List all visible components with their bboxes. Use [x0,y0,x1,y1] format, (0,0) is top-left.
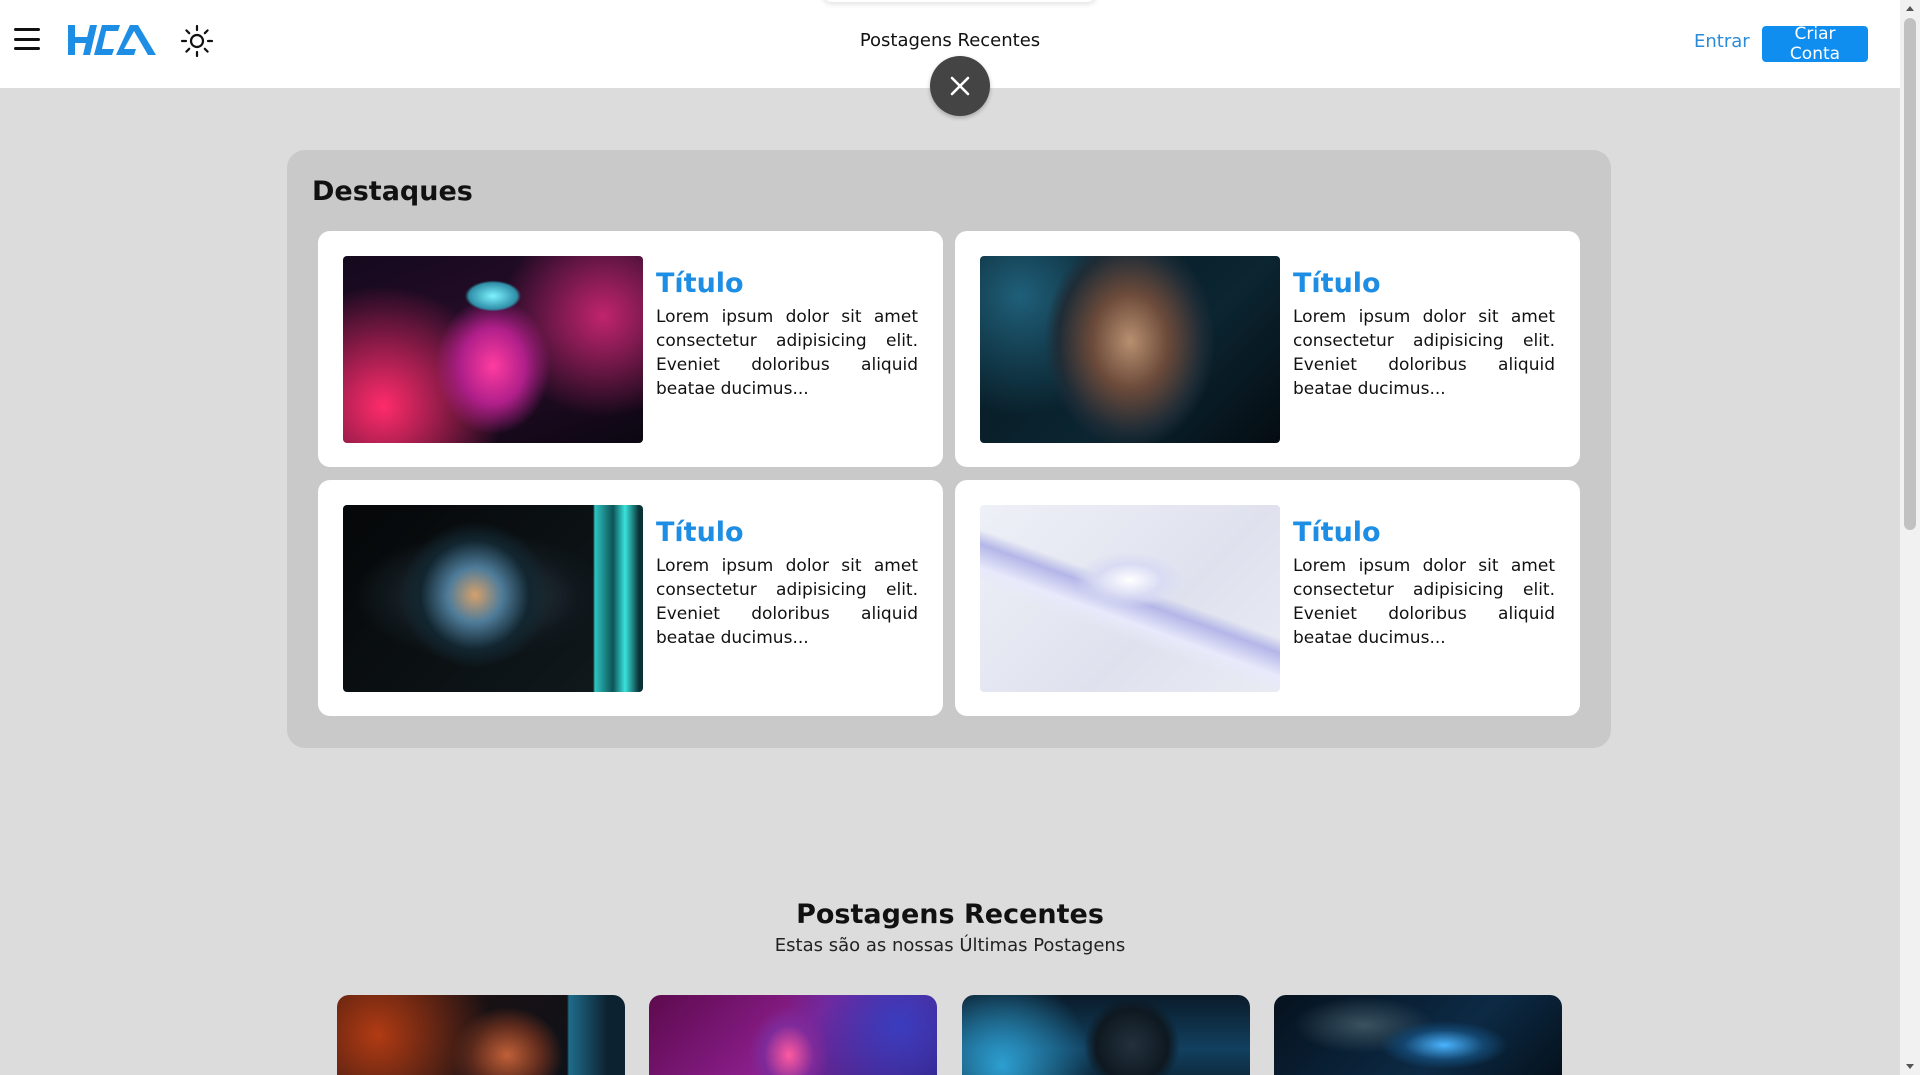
signup-button[interactable]: Criar Conta [1762,24,1868,64]
close-icon [950,76,970,96]
highlight-card[interactable]: Título Lorem ipsum dolor sit amet consec… [318,480,943,716]
highlight-card[interactable]: Título Lorem ipsum dolor sit amet consec… [955,231,1580,467]
card-title[interactable]: Título [1293,517,1381,548]
recent-post-card[interactable] [337,995,625,1075]
scrollbar-thumb[interactable] [1904,18,1916,530]
card-excerpt: Lorem ipsum dolor sit amet consectetur a… [1293,307,1555,399]
card-excerpt: Lorem ipsum dolor sit amet consectetur a… [656,556,918,648]
login-link[interactable]: Entrar [1694,31,1750,52]
close-button[interactable] [930,56,990,116]
card-image[interactable] [343,505,643,692]
scroll-up-arrow-icon[interactable] [1900,0,1920,16]
nav-title[interactable]: Postagens Recentes [0,30,1900,51]
recent-post-card[interactable] [649,995,937,1075]
nav-tab [822,0,1097,2]
highlight-card[interactable]: Título Lorem ipsum dolor sit amet consec… [955,480,1580,716]
recent-post-card[interactable] [1274,995,1562,1075]
recent-posts-title: Postagens Recentes [796,899,1104,930]
card-title[interactable]: Título [656,517,744,548]
highlight-card[interactable]: Título Lorem ipsum dolor sit amet consec… [318,231,943,467]
card-image[interactable] [343,256,643,443]
card-title[interactable]: Título [656,268,744,299]
card-image[interactable] [980,505,1280,692]
vertical-scrollbar[interactable] [1900,0,1920,1075]
scroll-down-arrow-icon[interactable] [1900,1059,1920,1075]
card-image[interactable] [980,256,1280,443]
page: Postagens Recentes Entrar Criar Conta De… [0,0,1920,1075]
recent-post-card[interactable] [962,995,1250,1075]
card-excerpt: Lorem ipsum dolor sit amet consectetur a… [656,307,918,399]
recent-posts-subtitle: Estas são as nossas Últimas Postagens [774,935,1126,956]
card-excerpt: Lorem ipsum dolor sit amet consectetur a… [1293,556,1555,648]
highlights-section: Destaques Título Lorem ipsum dolor sit a… [287,150,1611,748]
card-title[interactable]: Título [1293,268,1381,299]
highlights-title: Destaques [312,176,473,207]
